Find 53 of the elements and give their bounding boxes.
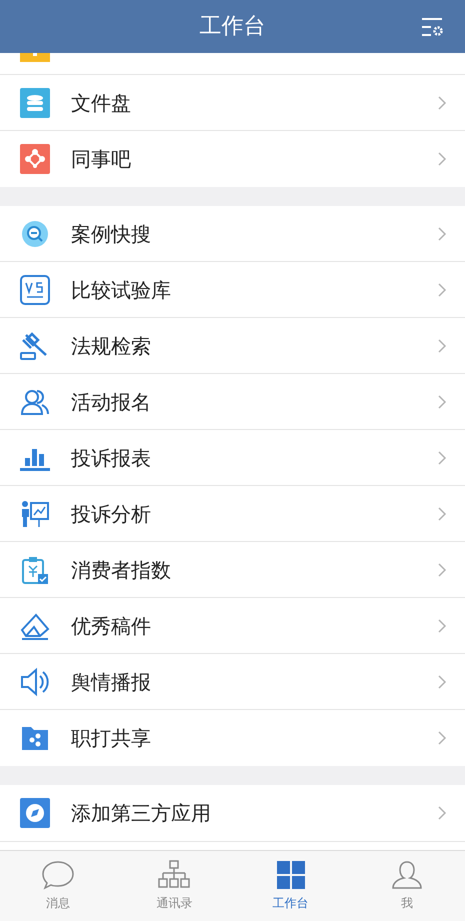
chevron-right-icon	[437, 730, 447, 746]
menu-item-label: 活动报名	[71, 388, 152, 416]
chevron-right-icon	[437, 506, 447, 522]
settings-button[interactable]	[421, 17, 445, 37]
compass-icon	[20, 798, 50, 828]
search-icon	[20, 218, 50, 248]
chevron-right-icon	[437, 394, 447, 410]
menu-item[interactable]: 添加第三方应用	[0, 785, 465, 841]
chat-bubble-icon	[41, 860, 76, 890]
chevron-right-icon	[437, 226, 447, 242]
menu-item[interactable]: 比较试验库	[0, 262, 465, 318]
page-title: 工作台	[200, 13, 266, 41]
chevron-right-icon	[437, 674, 447, 690]
person-icon	[390, 860, 424, 890]
database-icon	[20, 88, 50, 118]
menu-item[interactable]: 优秀稿件	[0, 598, 465, 654]
chevron-right-icon	[437, 618, 447, 634]
menu-item-label: 比较试验库	[71, 276, 172, 304]
menu-item[interactable]: 活动报名	[0, 374, 465, 430]
menu-item-label: 文件盘	[71, 90, 132, 116]
menu-item-label: 消费者指数	[71, 556, 172, 584]
chevron-right-icon	[437, 94, 447, 110]
chevron-right-icon	[437, 805, 447, 821]
org-chart-icon	[157, 860, 192, 890]
versus-icon	[20, 274, 50, 304]
chevron-right-icon	[437, 338, 447, 354]
menu-item[interactable]: 投诉分析	[0, 486, 465, 542]
menu-item[interactable]: 案例快搜	[0, 206, 465, 262]
chevron-right-icon	[437, 562, 447, 578]
menu-item-label: 优秀稿件	[71, 612, 152, 640]
menu-item-label: 职打共享	[71, 725, 152, 752]
menu-item-label: 添加第三方应用	[71, 800, 212, 827]
menu-item[interactable]: 同事吧	[0, 131, 465, 187]
menu-item-label: 投诉分析	[71, 500, 152, 528]
menu-item-label: 同事吧	[71, 146, 132, 173]
speaker-icon	[20, 666, 50, 696]
menu-item[interactable]: 投诉报表	[0, 430, 465, 486]
menu-item-label: 法规检索	[71, 332, 152, 360]
menu-item[interactable]: 文件盘	[0, 75, 465, 131]
clipboard-icon	[20, 554, 50, 584]
menu-item[interactable]: 职打共享	[0, 710, 465, 766]
network-icon	[20, 144, 50, 174]
chevron-right-icon	[437, 450, 447, 466]
menu-item-label: 案例快搜	[71, 220, 152, 248]
presenter-icon	[20, 498, 50, 528]
menu-item-label: 舆情播报	[71, 668, 152, 696]
menu-item[interactable]: 舆情播报	[0, 654, 465, 710]
chevron-right-icon	[437, 282, 447, 298]
menu-item[interactable]: 消费者指数	[0, 542, 465, 598]
menu-item-label: 投诉报表	[71, 444, 152, 472]
chevron-right-icon	[437, 151, 447, 167]
menu-item[interactable]: 法规检索	[0, 318, 465, 374]
tab[interactable]: 工作台	[232, 851, 349, 921]
